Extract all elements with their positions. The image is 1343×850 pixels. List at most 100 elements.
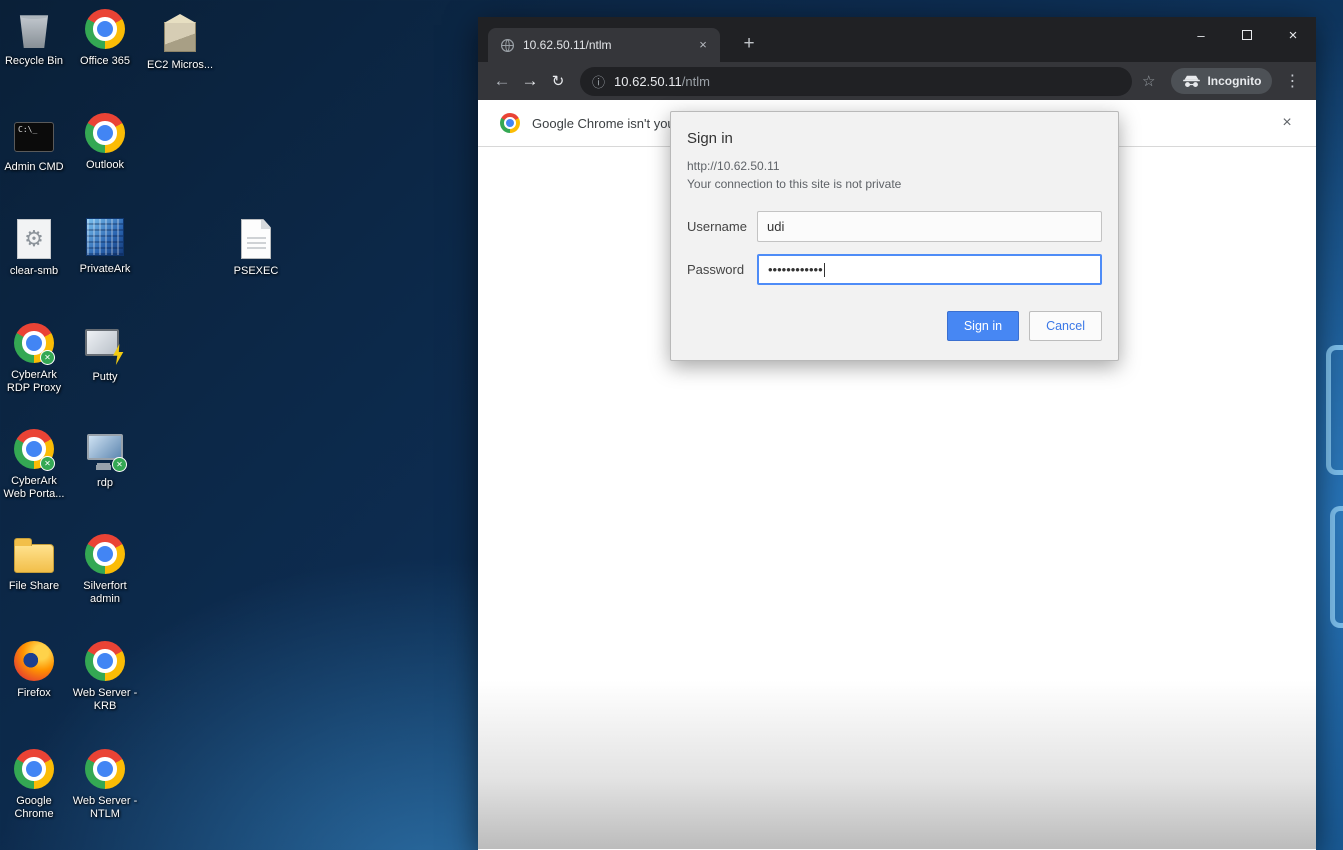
chrome-shortcut-icon <box>85 534 125 574</box>
wallpaper-window-pane <box>1330 506 1343 628</box>
desktop-icon-label: Recycle Bin <box>5 55 63 68</box>
menu-kebab-icon[interactable]: ⋮ <box>1284 71 1300 91</box>
infobar-text: Google Chrome isn't you <box>532 116 675 131</box>
desktop-icon-cyberark-rdp-proxy[interactable]: CyberArk RDP Proxy <box>0 320 68 395</box>
desktop-icon-label: Firefox <box>17 687 51 700</box>
desktop-icon-label: CyberArk RDP Proxy <box>0 369 68 395</box>
maximize-button[interactable] <box>1224 17 1270 53</box>
firefox-icon <box>14 641 54 681</box>
dialog-site-url: http://10.62.50.11 <box>687 159 1102 173</box>
desktop-icon-google-chrome[interactable]: Google Chrome <box>0 746 68 821</box>
tab-title: 10.62.50.11/ntlm <box>523 38 694 52</box>
reload-button[interactable]: ↻ <box>544 67 572 95</box>
wallpaper-window-pane <box>1326 345 1343 475</box>
globe-icon <box>500 38 515 53</box>
green-x-badge <box>40 456 55 471</box>
maximize-icon <box>1242 30 1252 40</box>
desktop-icon-putty[interactable]: Putty <box>71 322 139 384</box>
gear-document-icon <box>17 219 51 259</box>
desktop-icon-label: PSEXEC <box>234 265 279 278</box>
password-label: Password <box>687 262 757 277</box>
dialog-warning-text: Your connection to this site is not priv… <box>687 177 1102 191</box>
dialog-title: Sign in <box>687 130 1102 147</box>
text-caret <box>824 263 825 277</box>
chrome-shortcut-icon <box>85 9 125 49</box>
browser-tab[interactable]: 10.62.50.11/ntlm × <box>488 28 720 62</box>
desktop-icon-outlook[interactable]: Outlook <box>71 110 139 172</box>
desktop-icon-psexec[interactable]: PSEXEC <box>222 216 290 278</box>
desktop-icon-label: Google Chrome <box>0 795 68 821</box>
desktop-icon-label: PrivateArk <box>80 263 131 276</box>
monitor-icon <box>84 432 126 470</box>
desktop-icon-recycle-bin[interactable]: Recycle Bin <box>0 6 68 68</box>
chrome-icon <box>500 113 520 133</box>
package-box-icon <box>164 22 196 52</box>
desktop-icon-rdp[interactable]: rdp <box>71 428 139 490</box>
username-value: udi <box>767 219 784 234</box>
desktop-icon-silverfort-admin[interactable]: Silverfort admin <box>71 531 139 606</box>
chrome-icon <box>14 749 54 789</box>
tab-strip: 10.62.50.11/ntlm × + – × <box>478 17 1316 62</box>
minimize-button[interactable]: – <box>1178 17 1224 53</box>
username-row: Username udi <box>687 211 1102 242</box>
desktop-icon-label: Office 365 <box>80 55 130 68</box>
window-controls: – × <box>1178 17 1316 53</box>
recycle-bin-icon <box>18 10 50 48</box>
desktop-icon-firefox[interactable]: Firefox <box>0 638 68 700</box>
window-close-button[interactable]: × <box>1270 17 1316 53</box>
url-host: 10.62.50.11 <box>614 74 682 89</box>
desktop-icon-label: Web Server - NTLM <box>71 795 139 821</box>
tab-close-icon[interactable]: × <box>694 36 712 54</box>
green-x-badge <box>112 457 127 472</box>
desktop-icon-file-share[interactable]: File Share <box>0 531 68 593</box>
browser-toolbar: ← → ↻ ⓘ 10.62.50.11/ntlm ☆ Incognito ⋮ <box>478 62 1316 100</box>
password-input[interactable]: •••••••••••• <box>757 254 1102 285</box>
desktop-icon-web-server-ntlm[interactable]: Web Server - NTLM <box>71 746 139 821</box>
username-input[interactable]: udi <box>757 211 1102 242</box>
password-row: Password •••••••••••• <box>687 254 1102 285</box>
desktop-icon-label: clear-smb <box>10 265 58 278</box>
bookmark-star-icon[interactable]: ☆ <box>1142 72 1155 90</box>
desktop-icon-label: Putty <box>92 371 117 384</box>
lightning-bolt-icon <box>111 344 125 365</box>
incognito-icon <box>1182 74 1201 88</box>
desktop-icon-admin-cmd[interactable]: Admin CMD <box>0 112 68 174</box>
dialog-buttons: Sign in Cancel <box>687 311 1102 341</box>
desktop-icon-cyberark-web-portal[interactable]: CyberArk Web Porta... <box>0 426 68 501</box>
forward-button[interactable]: → <box>516 67 544 95</box>
sign-in-button[interactable]: Sign in <box>947 311 1019 341</box>
document-icon <box>241 219 271 259</box>
password-masked-value: •••••••••••• <box>768 262 823 277</box>
infobar-close-icon[interactable]: × <box>1276 112 1298 134</box>
desktop-icon-label: Outlook <box>86 159 124 172</box>
new-tab-button[interactable]: + <box>736 31 762 57</box>
folder-icon <box>14 544 54 573</box>
chrome-shortcut-icon <box>85 641 125 681</box>
back-button[interactable]: ← <box>488 67 516 95</box>
desktop-icon-label: File Share <box>9 580 59 593</box>
green-x-badge <box>40 350 55 365</box>
http-auth-dialog: Sign in http://10.62.50.11 Your connecti… <box>670 111 1119 361</box>
chrome-shortcut-icon <box>14 323 54 363</box>
username-label: Username <box>687 219 757 234</box>
chrome-shortcut-icon <box>14 429 54 469</box>
desktop-icon-label: CyberArk Web Porta... <box>0 475 68 501</box>
desktop-icon-web-server-krb[interactable]: Web Server - KRB <box>71 638 139 713</box>
cancel-button[interactable]: Cancel <box>1029 311 1102 341</box>
chrome-shortcut-icon <box>85 113 125 153</box>
desktop-icon-label: Silverfort admin <box>71 580 139 606</box>
chrome-shortcut-icon <box>85 749 125 789</box>
desktop-icon-label: Web Server - KRB <box>71 687 139 713</box>
incognito-badge: Incognito <box>1171 68 1272 94</box>
desktop-icon-privateark[interactable]: PrivateArk <box>71 214 139 276</box>
address-bar[interactable]: ⓘ 10.62.50.11/ntlm <box>580 67 1132 96</box>
terminal-icon <box>14 122 54 152</box>
desktop-icon-clear-smb[interactable]: clear-smb <box>0 216 68 278</box>
privateark-icon <box>86 218 124 256</box>
desktop-icon-label: Admin CMD <box>4 161 63 174</box>
page-content: Sign in http://10.62.50.11 Your connecti… <box>478 147 1316 849</box>
desktop-icon-ec2[interactable]: EC2 Micros... <box>146 10 214 72</box>
desktop-icon-label: EC2 Micros... <box>147 59 213 72</box>
page-info-icon[interactable]: ⓘ <box>592 72 605 91</box>
desktop-icon-office-365[interactable]: Office 365 <box>71 6 139 68</box>
